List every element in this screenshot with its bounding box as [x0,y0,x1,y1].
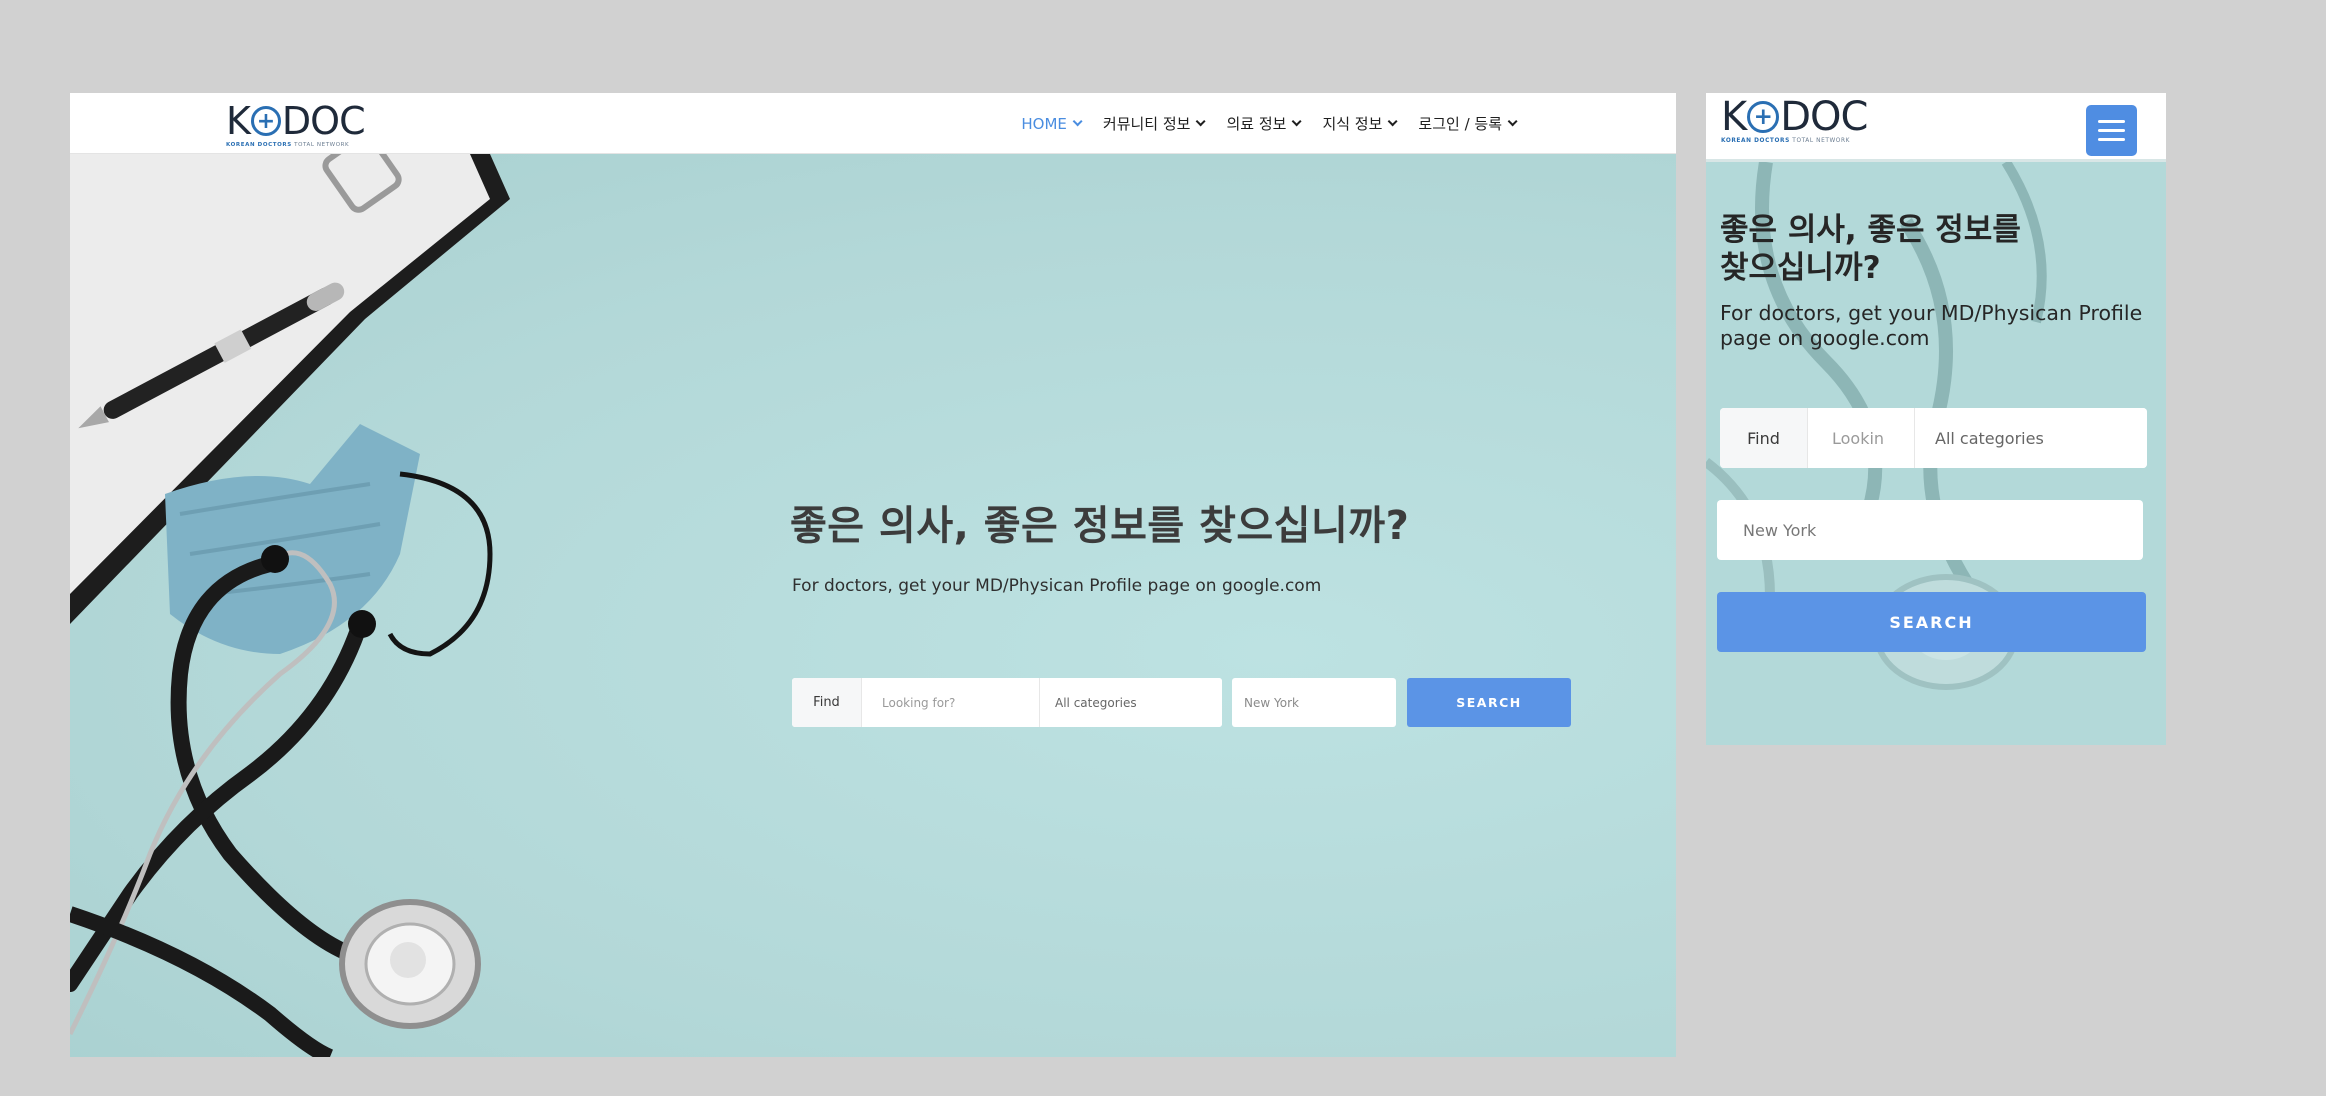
nav-item-community[interactable]: 커뮤니티 정보 [1102,113,1207,134]
nav-item-label: 커뮤니티 정보 [1102,115,1191,133]
nav-item-home[interactable]: HOME [1021,114,1083,133]
category-select[interactable]: All categories [1915,408,2147,468]
mobile-navbar: K + DOC KOREAN DOCTORS TOTAL NETWORK [1706,93,2166,162]
nav-item-label: 의료 정보 [1226,115,1287,133]
top-navbar: K + DOC KOREAN DOCTORS TOTAL NETWORK HOM… [70,93,1676,154]
mobile-search-field-group: Find All categories [1720,408,2147,468]
search-button[interactable]: SEARCH [1407,678,1571,727]
search-button[interactable]: SEARCH [1717,592,2146,652]
search-query-input[interactable] [1808,408,1915,468]
find-label: Find [792,678,862,727]
kodoc-logo[interactable]: K + DOC KOREAN DOCTORS TOTAL NETWORK [1721,94,1868,144]
chevron-down-icon [1388,116,1398,127]
nav-item-login-register[interactable]: 로그인 / 등록 [1418,113,1518,134]
main-menu: HOME 커뮤니티 정보 의료 정보 지식 정보 로그인 / 등록 [1021,93,1518,154]
hero-photo-stethoscope [70,154,510,1057]
nav-item-medical-info[interactable]: 의료 정보 [1226,113,1303,134]
logo-letters-doc: DOC [1780,94,1868,140]
hamburger-menu-icon[interactable] [2086,105,2137,156]
hero-subtitle: For doctors, get your MD/Physican Profil… [792,576,1322,596]
nav-item-knowledge-info[interactable]: 지식 정보 [1322,113,1398,134]
chevron-down-icon [1507,116,1518,127]
logo-tagline: KOREAN DOCTORS TOTAL NETWORK [1721,138,1850,144]
medical-cross-icon: + [250,106,281,136]
desktop-view: K + DOC KOREAN DOCTORS TOTAL NETWORK HOM… [70,93,1676,1057]
logo-letter-k: K [226,99,251,143]
nav-item-label: HOME [1021,114,1067,133]
find-label: Find [1720,408,1808,468]
logo-tagline: KOREAN DOCTORS TOTAL NETWORK [226,142,350,148]
search-field-group: Find All categories [792,678,1222,727]
location-input[interactable] [1232,678,1396,727]
kodoc-logo[interactable]: K + DOC KOREAN DOCTORS TOTAL NETWORK [226,99,366,148]
category-select[interactable]: All categories [1040,678,1222,727]
medical-cross-icon: + [1747,101,1780,133]
mobile-hero-title: 좋은 의사, 좋은 정보를 찾으십니까? [1720,212,2021,286]
search-query-input[interactable] [862,678,1040,727]
nav-item-label: 로그인 / 등록 [1418,115,1502,133]
logo-letter-k: K [1721,94,1747,140]
mobile-hero-subtitle: For doctors, get your MD/Physican Profil… [1720,301,2143,350]
chevron-down-icon [1292,116,1303,127]
hero-title: 좋은 의사, 좋은 정보를 찾으십니까? [790,503,1410,549]
nav-item-label: 지식 정보 [1322,115,1383,133]
location-input[interactable] [1717,500,2143,560]
search-bar: Find All categories SEARCH [792,678,1571,727]
chevron-down-icon [1072,116,1083,127]
logo-letters-doc: DOC [281,99,366,143]
chevron-down-icon [1196,116,1207,127]
mobile-view: K + DOC KOREAN DOCTORS TOTAL NETWORK 좋은 … [1706,93,2166,745]
